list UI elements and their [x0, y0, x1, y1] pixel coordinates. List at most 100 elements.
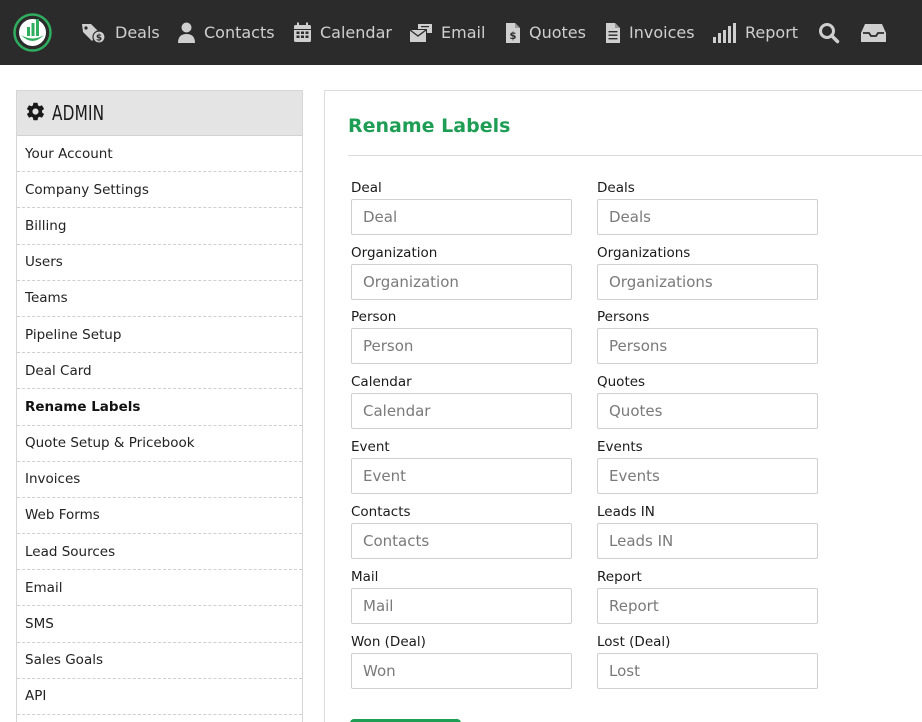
sidebar-item-label: Sales Goals [25, 652, 104, 669]
field-label: Organization [351, 245, 438, 261]
svg-text:$: $ [96, 33, 102, 43]
sidebar-item-users[interactable]: Users [17, 245, 302, 281]
field-calendar: Calendar [351, 374, 572, 429]
organizations-input[interactable] [597, 264, 818, 300]
logo-icon[interactable] [13, 13, 52, 52]
nav-calendar-label: Calendar [320, 23, 392, 42]
field-label: Person [351, 309, 397, 325]
sidebar-item-label: Invoices [25, 471, 81, 488]
field-label: Won (Deal) [351, 634, 426, 650]
sidebar-item-label: Company Settings [25, 181, 149, 198]
events-input[interactable] [597, 458, 818, 494]
calendar-input[interactable] [351, 393, 572, 429]
persons-input[interactable] [597, 328, 818, 364]
sidebar-item-quote-setup[interactable]: Quote Setup & Pricebook [17, 426, 302, 462]
deals-input[interactable] [597, 199, 818, 235]
field-events: Events [597, 439, 818, 494]
field-label: Persons [597, 309, 650, 325]
nav-quotes-label: Quotes [529, 23, 586, 42]
top-navbar: $ Deals Contacts Calendar Email $ Quotes… [0, 0, 922, 65]
field-report: Report [597, 569, 818, 624]
won-input[interactable] [351, 653, 572, 689]
sidebar-item-label: Billing [25, 217, 67, 234]
field-contacts: Contacts [351, 504, 572, 559]
field-label: Mail [351, 569, 379, 585]
sidebar-item-sms[interactable]: SMS [17, 606, 302, 643]
deal-input[interactable] [351, 199, 572, 235]
invoice-document-icon [605, 22, 621, 44]
sidebar-item-rename-labels[interactable]: Rename Labels [17, 389, 302, 426]
sidebar-item-teams[interactable]: Teams [17, 281, 302, 317]
inbox-icon[interactable] [860, 0, 887, 65]
lost-input[interactable] [597, 653, 818, 689]
sidebar-item-label: Web Forms [25, 507, 100, 524]
sidebar-item-label: API [25, 688, 47, 705]
field-organization: Organization [351, 245, 572, 300]
field-label: Deal [351, 180, 382, 196]
search-icon[interactable] [818, 0, 840, 65]
rename-labels-panel: Rename Labels Deal Deals Organization Or… [324, 90, 922, 722]
field-organizations: Organizations [597, 245, 818, 300]
sidebar-item-label: Users [25, 254, 63, 271]
mail-input[interactable] [351, 588, 572, 624]
event-input[interactable] [351, 458, 572, 494]
nav-quotes[interactable]: $ Quotes [505, 0, 586, 65]
sidebar-title: ADMIN [52, 101, 105, 125]
nav-invoices[interactable]: Invoices [605, 0, 695, 65]
field-leads-in: Leads IN [597, 504, 818, 559]
nav-email[interactable]: Email [409, 0, 485, 65]
field-deals: Deals [597, 180, 818, 235]
field-label: Organizations [597, 245, 691, 261]
nav-contacts-label: Contacts [204, 23, 275, 42]
deals-tag-icon: $ [81, 22, 107, 44]
sidebar-item-api[interactable]: API [17, 679, 302, 715]
sidebar-header: ADMIN [17, 91, 302, 136]
sidebar-item-your-account[interactable]: Your Account [17, 136, 302, 173]
field-persons: Persons [597, 309, 818, 364]
field-label: Report [597, 569, 642, 585]
nav-deals[interactable]: $ Deals [81, 0, 160, 65]
sidebar-item-web-forms[interactable]: Web Forms [17, 498, 302, 535]
sidebar-item-invoices[interactable]: Invoices [17, 462, 302, 498]
field-label: Quotes [597, 374, 646, 390]
page-title: Rename Labels [348, 115, 511, 137]
nav-contacts[interactable]: Contacts [177, 0, 275, 65]
field-label: Calendar [351, 374, 412, 390]
sidebar-item-lead-sources[interactable]: Lead Sources [17, 534, 302, 571]
field-deal: Deal [351, 180, 572, 235]
field-label: Deals [597, 180, 635, 196]
sidebar-item-billing[interactable]: Billing [17, 208, 302, 245]
field-label: Lost (Deal) [597, 634, 671, 650]
field-person: Person [351, 309, 572, 364]
gear-icon [25, 101, 46, 126]
nav-report[interactable]: Report [712, 0, 798, 65]
nav-invoices-label: Invoices [629, 23, 695, 42]
sidebar-item-sales-goals[interactable]: Sales Goals [17, 643, 302, 679]
sidebar-item-email[interactable]: Email [17, 570, 302, 607]
contacts-input[interactable] [351, 523, 572, 559]
quotes-input[interactable] [597, 393, 818, 429]
person-input[interactable] [351, 328, 572, 364]
sidebar-item-company-settings[interactable]: Company Settings [17, 172, 302, 209]
field-quotes: Quotes [597, 374, 818, 429]
field-lost-deal: Lost (Deal) [597, 634, 818, 689]
sidebar-item-pipeline-setup[interactable]: Pipeline Setup [17, 317, 302, 354]
field-label: Leads IN [597, 504, 655, 520]
admin-sidebar: ADMIN Your Account Company Settings Bill… [16, 90, 303, 722]
nav-calendar[interactable]: Calendar [293, 0, 392, 65]
organization-input[interactable] [351, 264, 572, 300]
quote-document-icon: $ [505, 22, 521, 44]
sidebar-item-label: Your Account [25, 145, 113, 162]
sidebar-item-label: Lead Sources [25, 543, 116, 560]
bar-signal-icon [712, 22, 737, 43]
field-won-deal: Won (Deal) [351, 634, 572, 689]
svg-text:$: $ [510, 31, 517, 42]
sidebar-item-deal-card[interactable]: Deal Card [17, 353, 302, 390]
sidebar-item-label: Email [25, 579, 63, 596]
leads-in-input[interactable] [597, 523, 818, 559]
report-input[interactable] [597, 588, 818, 624]
sidebar-item-label: Rename Labels [25, 398, 141, 415]
sidebar-item-label: Teams [25, 290, 68, 307]
field-mail: Mail [351, 569, 572, 624]
field-label: Event [351, 439, 390, 455]
